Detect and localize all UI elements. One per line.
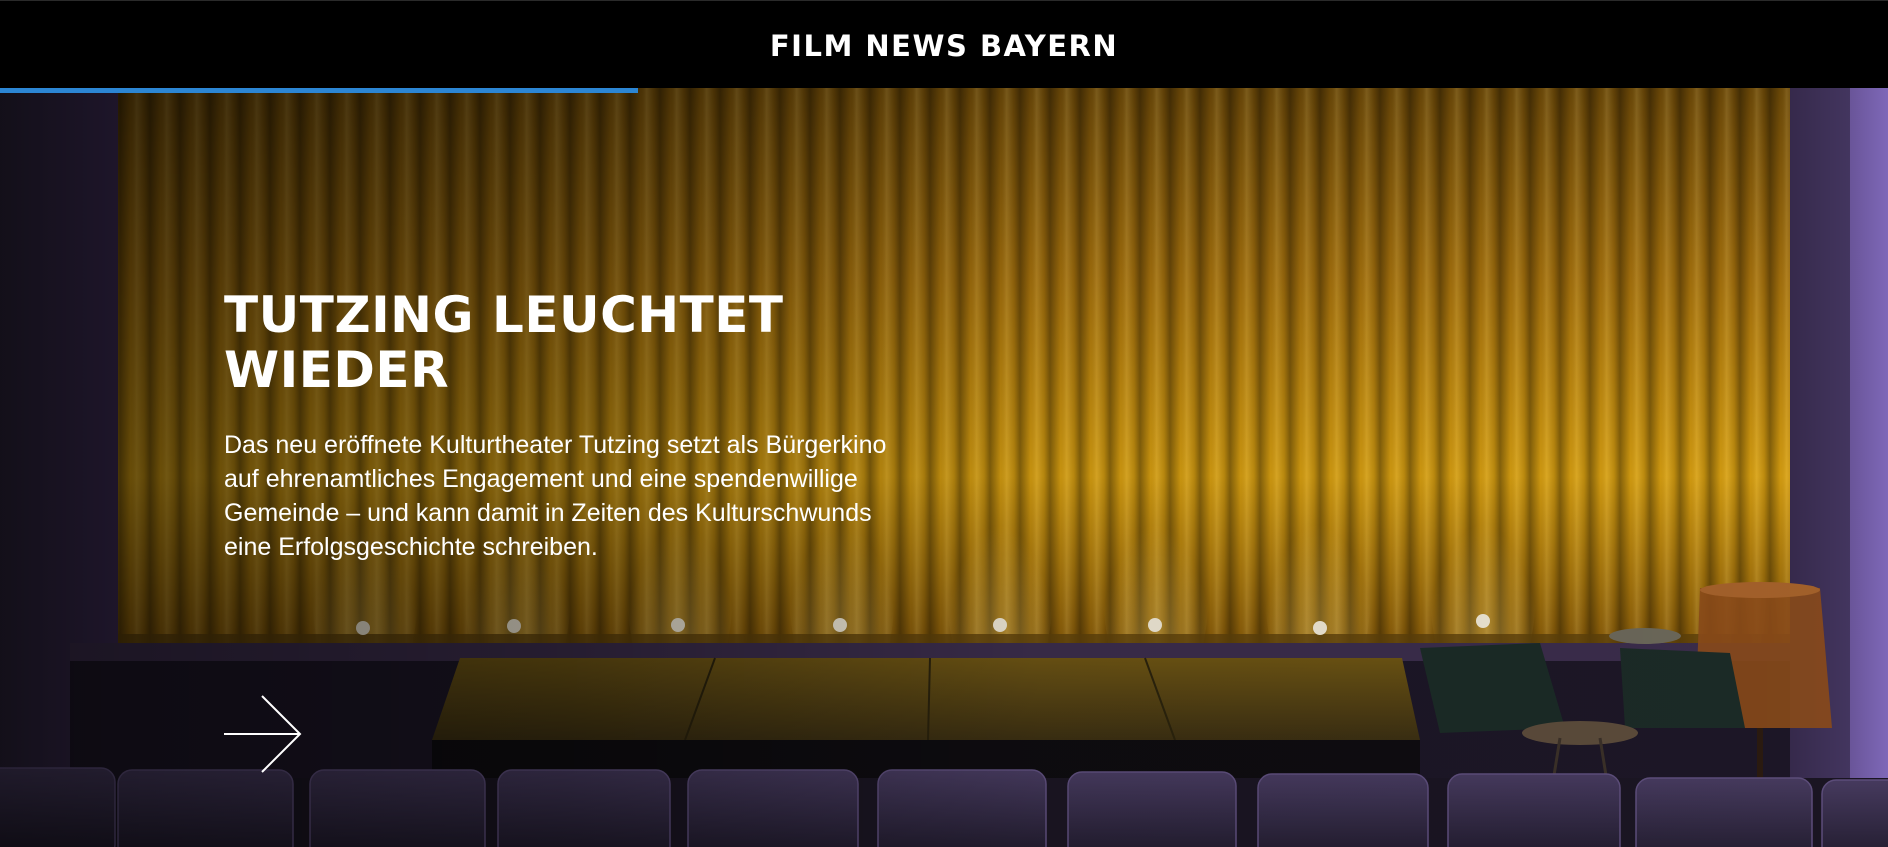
reading-progress-bar [0,88,1888,93]
site-logo[interactable]: FILM NEWS BAYERN [770,29,1118,63]
arrow-right-icon [224,695,302,773]
reading-progress-fill [0,88,639,93]
article-teaser: Das neu eröffnete Kulturtheater Tutzing … [224,431,887,561]
read-more-arrow-button[interactable] [222,694,304,774]
article-headline[interactable]: TUTZING LEUCHTET WIEDER [224,288,924,398]
hero-teaser[interactable]: TUTZING LEUCHTET WIEDER Das neu eröffnet… [0,88,1888,847]
site-header: FILM NEWS BAYERN [0,0,1888,88]
